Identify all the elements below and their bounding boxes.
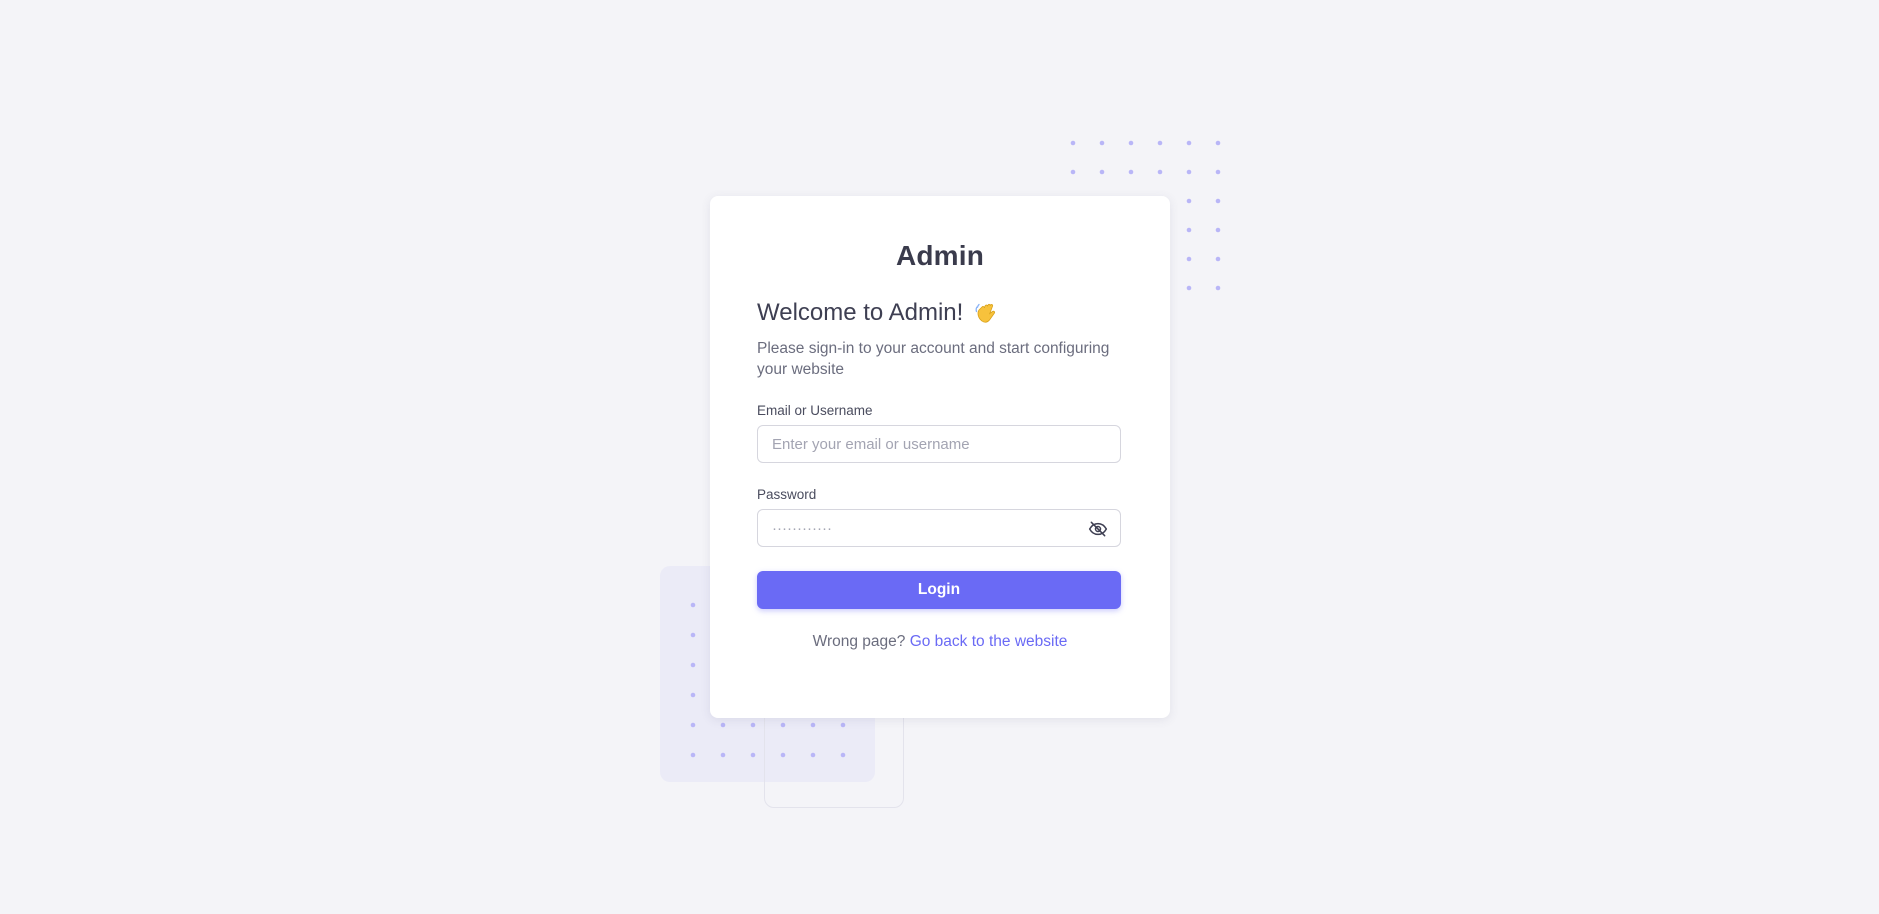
welcome-heading: Welcome to Admin! [757,299,1001,327]
footer-text: Wrong page? [812,633,906,650]
eye-off-icon[interactable] [1088,519,1108,539]
email-field-wrapper [757,425,1121,463]
login-card: Admin Welcome to Admin! Please sign-in t… [710,196,1170,718]
login-button[interactable]: Login [757,571,1121,609]
welcome-subtitle: Please sign-in to your account and start… [757,340,1110,378]
brand-title: Admin [895,240,985,271]
password-field-wrapper [757,509,1121,547]
password-input[interactable] [758,510,1120,546]
waving-hand-icon [973,299,1001,327]
login-page: Admin Welcome to Admin! Please sign-in t… [0,0,1879,914]
back-to-website-link[interactable]: Go back to the website [910,633,1068,650]
welcome-title: Welcome to Admin! [757,299,964,326]
email-label: Email or Username [757,403,873,418]
password-label: Password [757,487,817,502]
email-input[interactable] [758,426,1120,462]
footer-line: Wrong page? Go back to the website [710,633,1170,651]
